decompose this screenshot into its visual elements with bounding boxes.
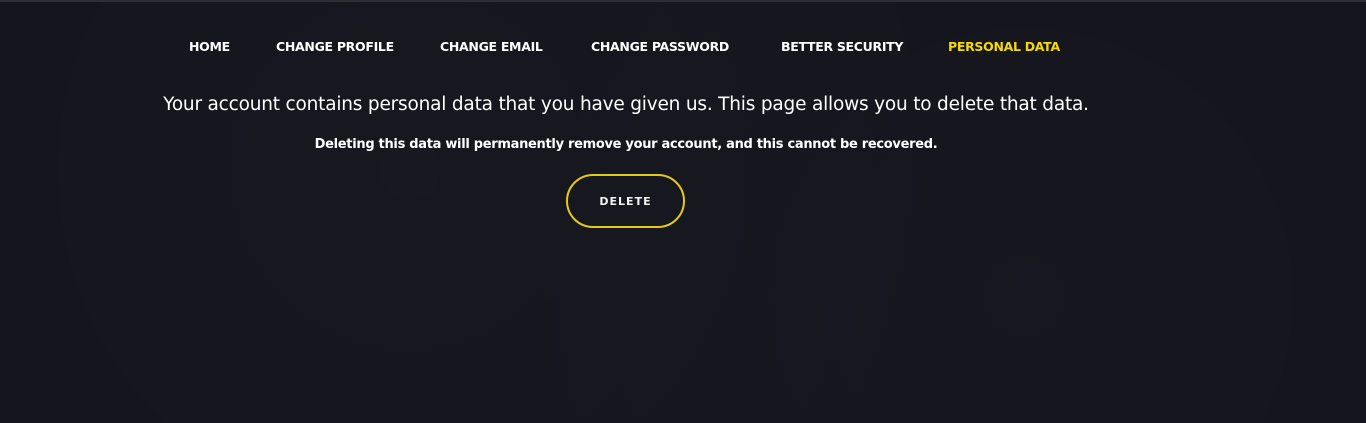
- nav-item-personal-data[interactable]: PERSONAL DATA: [948, 36, 1060, 58]
- nav-item-change-profile[interactable]: CHANGE PROFILE: [276, 36, 394, 58]
- nav-item-home[interactable]: HOME: [189, 36, 230, 58]
- nav-item-change-password[interactable]: CHANGE PASSWORD: [591, 36, 729, 58]
- account-nav: HOME CHANGE PROFILE CHANGE EMAIL CHANGE …: [0, 36, 1366, 58]
- personal-data-description: Your account contains personal data that…: [163, 94, 1089, 115]
- nav-item-change-email[interactable]: CHANGE EMAIL: [440, 36, 543, 58]
- nav-item-better-security[interactable]: BETTER SECURITY: [781, 36, 903, 58]
- delete-button[interactable]: DELETE: [566, 174, 685, 228]
- background-pattern: [0, 2, 1366, 423]
- delete-warning-text: Deleting this data will permanently remo…: [314, 137, 938, 152]
